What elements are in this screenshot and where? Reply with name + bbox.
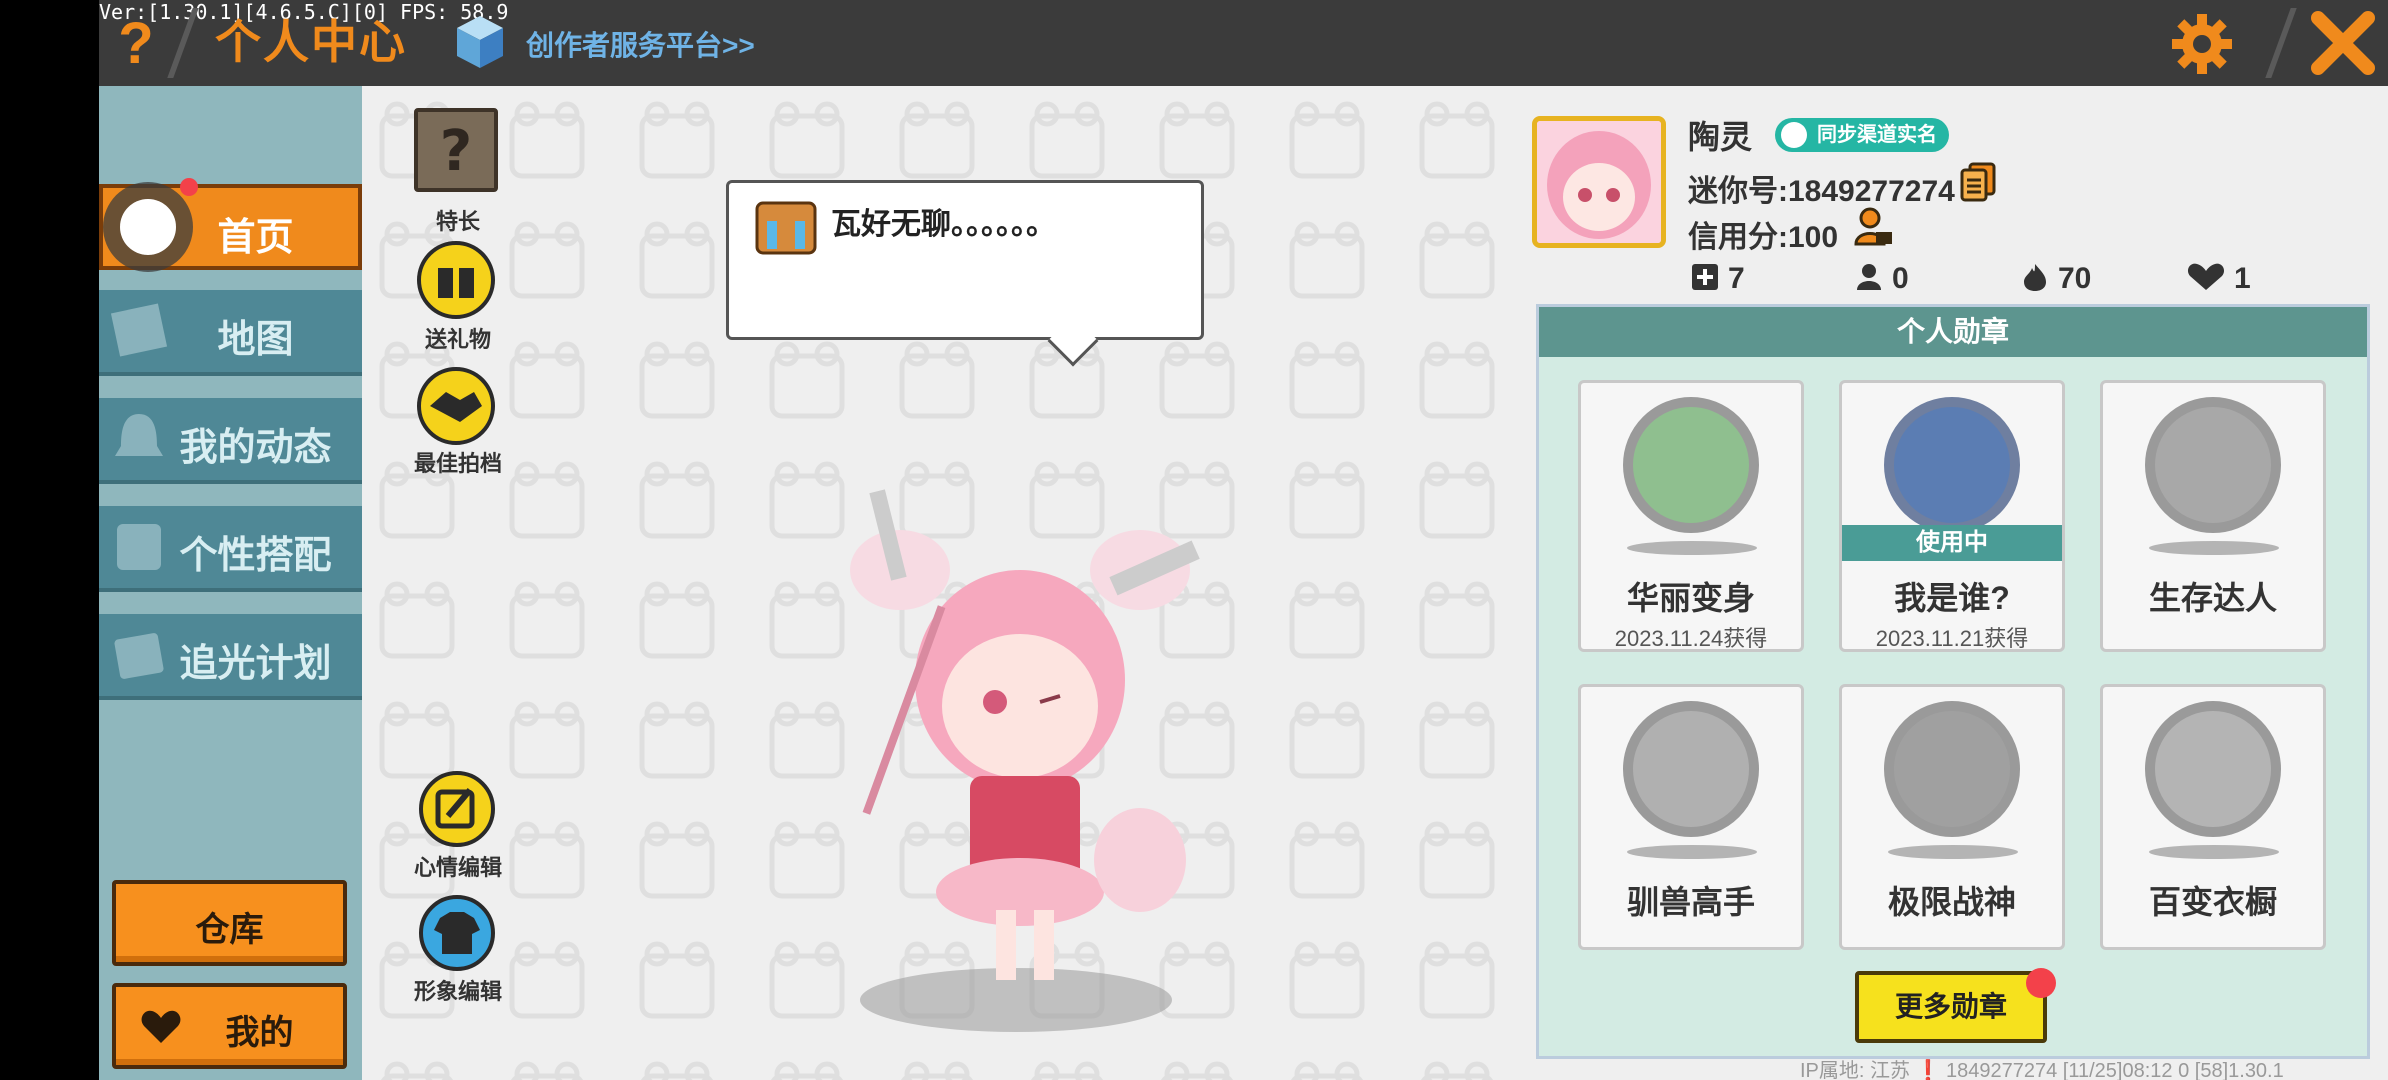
nav-feed-label: 我的动态 (179, 427, 332, 469)
more-medals-button[interactable]: 更多勋章 (1855, 971, 2047, 1043)
mini-id: 迷你号:1849277274 (1688, 175, 1955, 208)
in-use-badge: 使用中 (1842, 525, 2062, 561)
medal-card[interactable]: 使用中 我是谁? 2023.11.21获得 (1839, 380, 2065, 652)
svg-text:?: ? (440, 119, 472, 184)
stat-popularity-value: 70 (2058, 262, 2092, 295)
medal-name: 华丽变身 (1626, 580, 1755, 616)
medal-wardrobe-icon (2145, 701, 2281, 837)
medal-card[interactable]: 生存达人 (2100, 380, 2326, 652)
sync-realname-badge[interactable]: 同步渠道实名 (1775, 118, 1949, 152)
edit-icon[interactable] (418, 770, 496, 848)
medal-panel-header: 个人勋章 (1539, 307, 2367, 357)
avatar-portrait (1537, 121, 1661, 243)
medal-card[interactable]: 华丽变身 2023.11.24获得 (1578, 380, 1804, 652)
credit-user-icon[interactable] (1852, 206, 1894, 248)
medal-transform-icon (1623, 397, 1759, 533)
speech-bubble: 瓦好无聊。。。。。。 (726, 180, 1204, 367)
nav-outfit[interactable]: 个性搭配 (99, 506, 362, 592)
warehouse-button[interactable]: 仓库 (112, 880, 347, 966)
gear-icon[interactable] (2170, 12, 2234, 76)
medal-name: 极限战神 (1887, 884, 2016, 920)
handshake-icon[interactable] (416, 366, 496, 446)
fans-icon (1857, 264, 1881, 290)
specialty-button[interactable]: ? (414, 108, 498, 192)
medal-date: 2023.11.24获得 (1614, 626, 1768, 651)
page-title: 个人中心 (215, 16, 407, 68)
plus-square-icon (1692, 264, 1718, 290)
best-photo-label: 最佳拍档 (413, 451, 502, 476)
crying-icon (755, 201, 817, 255)
creator-platform-link[interactable]: 创作者服务平台>> (526, 24, 755, 64)
medal-name: 驯兽高手 (1626, 884, 1755, 920)
nav-outfit-label: 个性搭配 (179, 535, 332, 577)
shirt-icon[interactable] (418, 894, 496, 972)
stat-popularity: 70 (2020, 262, 2091, 296)
stat-fans: 0 (1854, 262, 1909, 296)
medal-name: 我是谁? (1894, 580, 2010, 616)
medal-card[interactable]: 百变衣橱 (2100, 684, 2326, 950)
gift-icon[interactable] (416, 240, 496, 320)
avatar[interactable] (1532, 116, 1666, 248)
avatar-edit-label: 形象编辑 (413, 979, 502, 1004)
copy-icon[interactable] (1960, 162, 1996, 202)
medal-beast-tamer-icon (1623, 701, 1759, 837)
nav-chase-light-label: 追光计划 (179, 643, 332, 685)
medal-card[interactable]: 驯兽高手 (1578, 684, 1804, 950)
character-avatar (850, 489, 1200, 1032)
fire-icon (2024, 264, 2046, 291)
stat-favorites-value: 7 (1728, 262, 1745, 295)
notification-dot (180, 178, 198, 196)
stat-fans-value: 0 (1892, 262, 1909, 295)
medal-identity-icon (1884, 397, 2020, 533)
notification-dot (2026, 968, 2056, 998)
cube-icon[interactable] (455, 14, 505, 70)
footer-info: IP属地: 江苏 ❗ 1849277274 [11/25]08:12 0 [58… (1800, 1060, 2284, 1080)
medal-boss-icon (1884, 701, 2020, 837)
stat-likes-value: 1 (2234, 262, 2251, 295)
medal-survival-icon (2145, 397, 2281, 533)
mine-label: 我的 (225, 1014, 294, 1052)
speech-text: 瓦好无聊。。。。。。 (831, 208, 1056, 241)
mine-button[interactable]: 我的 (112, 983, 347, 1069)
medal-date: 2023.11.21获得 (1875, 626, 2029, 651)
nav-map[interactable]: 地图 (99, 290, 362, 376)
medal-name: 生存达人 (2148, 580, 2277, 616)
close-icon[interactable] (2310, 10, 2376, 76)
heart-icon (2187, 263, 2225, 290)
nav-chase-light[interactable]: 追光计划 (99, 614, 362, 700)
mood-edit-label: 心情编辑 (413, 855, 502, 880)
stat-likes: 1 (2186, 262, 2251, 296)
floating-assist-button[interactable] (103, 182, 193, 272)
stat-favorites: 7 (1690, 262, 1745, 296)
medal-name: 百变衣橱 (2148, 884, 2277, 920)
warehouse-label: 仓库 (195, 911, 264, 949)
nav-map-label: 地图 (217, 319, 294, 361)
nav-feed[interactable]: 我的动态 (99, 398, 362, 484)
medal-card[interactable]: 极限战神 (1839, 684, 2065, 950)
credit-score: 信用分:100 (1688, 221, 1839, 254)
specialty-label: 特长 (435, 209, 480, 234)
help-button[interactable]: ? (110, 14, 162, 74)
question-mark-icon: ? (440, 119, 472, 184)
player-name: 陶灵 (1688, 119, 1753, 155)
gift-label: 送礼物 (424, 327, 491, 352)
